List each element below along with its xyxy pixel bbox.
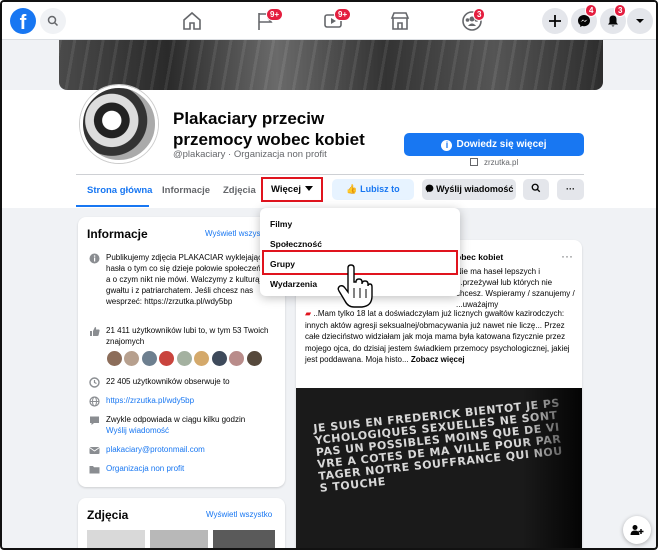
external-link-label: zrzutka.pl [484,158,519,167]
tab-more[interactable]: Więcej [261,177,323,202]
friend-avatar[interactable] [228,350,246,367]
message-icon [90,416,99,425]
info-icon: i [441,140,453,151]
nav-watch[interactable]: 9+ [318,6,352,36]
send-message-label: Wyślij wiadomość [436,184,514,194]
watch-badge: 9+ [334,8,352,21]
home-icon [183,11,201,30]
shop-icon [390,12,410,30]
pages-badge: 9+ [266,8,284,21]
plus-icon [549,15,561,27]
send-message-link[interactable]: Wyślij wiadomość [106,425,286,436]
learn-more-button[interactable]: i Dowiedz się więcej [404,133,584,156]
friend-avatar[interactable] [158,350,176,367]
notifications-button[interactable]: 3 [600,4,627,34]
photos-card-title: Zdjęcia [87,508,129,522]
messenger-badge: 4 [585,4,598,17]
page-search-button[interactable] [523,179,549,200]
page-title: Plakaciary przeciw przemocy wobec kobiet [173,109,365,149]
globe-icon [89,396,100,407]
search-icon [47,15,59,27]
friend-avatar[interactable] [140,350,158,367]
likes-text: 21 411 użytkowników lubi to, w tym 53 Tw… [106,326,269,346]
page-handle: @plakaciary · Organizacja non profit [173,149,327,160]
post-image[interactable]: JE SUIS EN FREDERICK BIENTOT JE PSYCHOLO… [296,388,582,548]
followers-icon [89,377,100,388]
chevron-down-icon [636,19,644,23]
folder-icon [89,466,100,474]
info-card-title: Informacje [87,227,148,241]
friend-avatar[interactable] [193,350,211,367]
info-circle-icon [89,253,100,264]
nav-groups[interactable]: 3 [457,6,487,36]
tab-home[interactable]: Strona główna [87,185,152,196]
cover-photo[interactable] [59,40,603,90]
nav-marketplace[interactable] [385,6,415,36]
tab-photos[interactable]: Zdjęcia [223,185,256,196]
browser-frame: f 9+ 9+ 3 4 3 Plakaciary przeciw przemoc… [0,0,658,550]
nav-home[interactable] [177,6,207,36]
flag-emoji-icon: ▰ [305,309,312,318]
photos-see-all-link[interactable]: Wyświetl wszystko [206,510,272,519]
account-menu-button[interactable] [627,8,653,34]
website-link[interactable]: https://zrzutka.pl/wdy5bp [106,395,286,406]
contacts-icon [630,525,644,535]
hand-pointer-icon [337,264,373,308]
photo-thumbnail[interactable] [213,530,275,548]
search-button[interactable] [40,8,66,34]
menu-item-events[interactable]: Wydarzenia [270,279,317,289]
see-more-link[interactable]: Zobacz więcej [411,355,465,364]
create-button[interactable] [542,8,568,34]
header-divider [76,174,584,175]
like-button[interactable]: 👍 Lubisz to [332,179,414,200]
about-text: Publikujemy zdjęcia PLAKACIAR wyklejając… [106,253,278,306]
friend-avatar[interactable] [175,350,193,367]
more-options-button[interactable]: ··· [557,179,584,200]
post-text-top: Nie ma haseł lepszych i ...przeżywał lub… [456,267,575,309]
photo-thumbnail[interactable] [87,530,145,548]
nav-pages[interactable]: 9+ [250,6,284,36]
like-label: Lubisz to [360,184,400,194]
post-author[interactable]: obec kobiet [456,252,503,262]
notifications-badge: 3 [614,4,627,17]
external-link[interactable]: zrzutka.pl [470,158,518,167]
tab-info[interactable]: Informacje [162,185,210,196]
messenger-button[interactable]: 4 [571,4,598,34]
info-card: Informacje Wyświetl wszystko Publikujemy… [78,217,285,487]
category-link[interactable]: Organizacja non profit [106,463,286,474]
send-message-button[interactable]: Wyślij wiadomość [422,179,516,200]
external-link-icon [470,158,478,166]
friends-avatars[interactable] [106,350,263,367]
photos-card: Zdjęcia Wyświetl wszystko [78,498,285,548]
menu-item-groups[interactable]: Grupy [270,259,295,269]
search-icon [531,183,541,193]
menu-item-community[interactable]: Społeczność [270,239,322,249]
thumbs-up-icon: 👍 [346,184,358,194]
response-text: Zwykle odpowiada w ciągu kilku godzin [106,415,246,424]
friend-avatar[interactable] [210,350,228,367]
top-navigation-bar: f 9+ 9+ 3 4 3 [2,2,656,40]
menu-item-videos[interactable]: Filmy [270,219,292,229]
page-avatar[interactable] [80,85,158,163]
learn-more-label: Dowiedz się więcej [456,139,547,150]
email-link[interactable]: plakaciary@protonmail.com [106,444,286,455]
groups-badge: 3 [473,8,486,21]
follows-text: 22 405 użytkowników obserwuje to [106,377,230,386]
email-icon [89,447,100,454]
friend-avatar[interactable] [106,350,123,367]
new-message-button[interactable] [623,516,651,544]
friend-avatar[interactable] [123,350,141,367]
post-text-body: ▰ ..Mam tylko 18 lat a doświadczyłam już… [305,308,577,366]
friend-avatar[interactable] [245,350,263,367]
post-options-button[interactable]: ··· [561,249,573,263]
thumbs-up-icon [90,327,100,336]
photo-thumbnail[interactable] [150,530,208,548]
tab-more-label: Więcej [270,184,301,195]
active-tab-indicator [76,205,149,207]
messenger-icon [425,184,433,193]
facebook-logo[interactable]: f [10,8,36,34]
caret-down-icon [305,186,313,191]
